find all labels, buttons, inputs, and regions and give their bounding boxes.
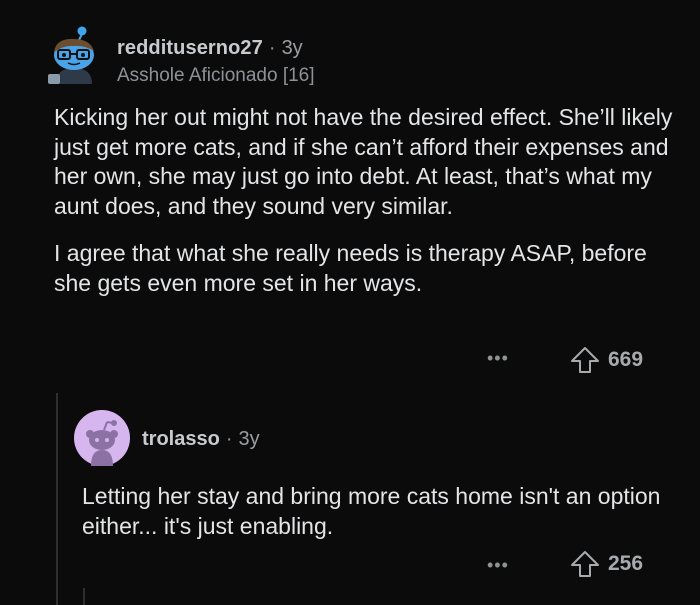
reply-meta: trolasso · 3y	[142, 428, 260, 451]
upvote-arrow-icon[interactable]	[570, 346, 600, 374]
nested-thread-line[interactable]	[83, 588, 85, 605]
default-snoo-avatar-icon[interactable]	[74, 410, 130, 466]
upvote-control: 256	[570, 550, 643, 578]
meta-separator: ·	[268, 37, 276, 59]
user-flair: Asshole Aficionado [16]	[117, 65, 315, 86]
comment-meta: reddituserno27 · 3y Asshole Aficionado [16…	[117, 37, 315, 87]
reply-age: 3y	[238, 428, 260, 450]
more-options-button[interactable]: •••	[487, 556, 509, 574]
comment-paragraph: Kicking her out might not have the desir…	[54, 104, 673, 219]
comment-body: Kicking her out might not have the desir…	[54, 103, 674, 316]
comment-thread: reddituserno27 · 3y Asshole Aficionado [16…	[0, 0, 700, 605]
reply-actions: •••	[487, 556, 509, 574]
upvote-control: 669	[570, 346, 643, 374]
vote-count: 256	[608, 552, 644, 575]
upvote-arrow-icon[interactable]	[570, 550, 600, 578]
snoo-avatar-glasses-icon[interactable]	[46, 26, 102, 86]
comment-age: 3y	[281, 37, 303, 59]
comment-username[interactable]: reddituserno27	[117, 37, 263, 59]
comment-actions: •••	[487, 349, 509, 367]
reply-body: Letting her stay and bring more cats hom…	[82, 483, 661, 539]
vote-count: 669	[608, 348, 644, 371]
more-options-button[interactable]: •••	[487, 349, 509, 367]
reply-username[interactable]: trolasso	[142, 428, 220, 450]
meta-separator: ·	[225, 428, 233, 450]
comment-header: reddituserno27 · 3y Asshole Aficionado [16…	[46, 26, 646, 90]
thread-line[interactable]	[56, 393, 58, 605]
comment-paragraph: I agree that what she really needs is th…	[54, 240, 647, 296]
